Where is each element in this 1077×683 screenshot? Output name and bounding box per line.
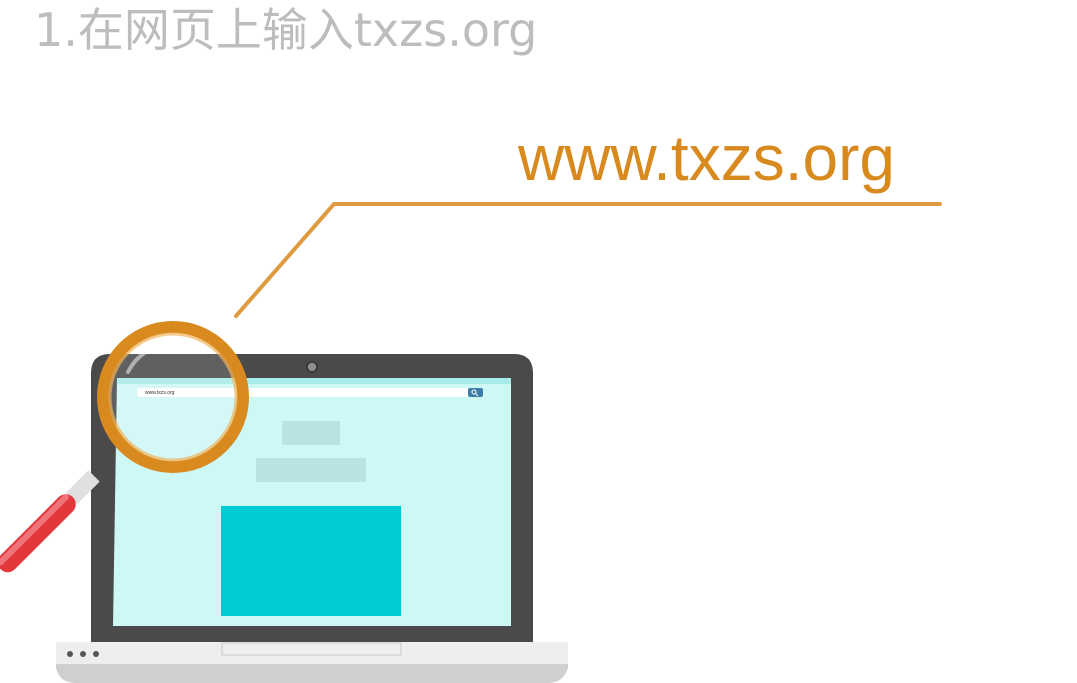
logo-placeholder	[282, 421, 340, 445]
laptop-base	[56, 642, 568, 683]
illustration	[0, 202, 942, 683]
search-box-placeholder	[256, 458, 366, 482]
indicator-dot	[67, 651, 73, 657]
callout-leader-line	[234, 202, 942, 318]
address-bar-text: www.txzs.org	[145, 390, 175, 396]
content-block	[221, 506, 401, 616]
indicator-dot	[93, 651, 99, 657]
webcam	[306, 361, 318, 373]
indicator-dot	[80, 651, 86, 657]
